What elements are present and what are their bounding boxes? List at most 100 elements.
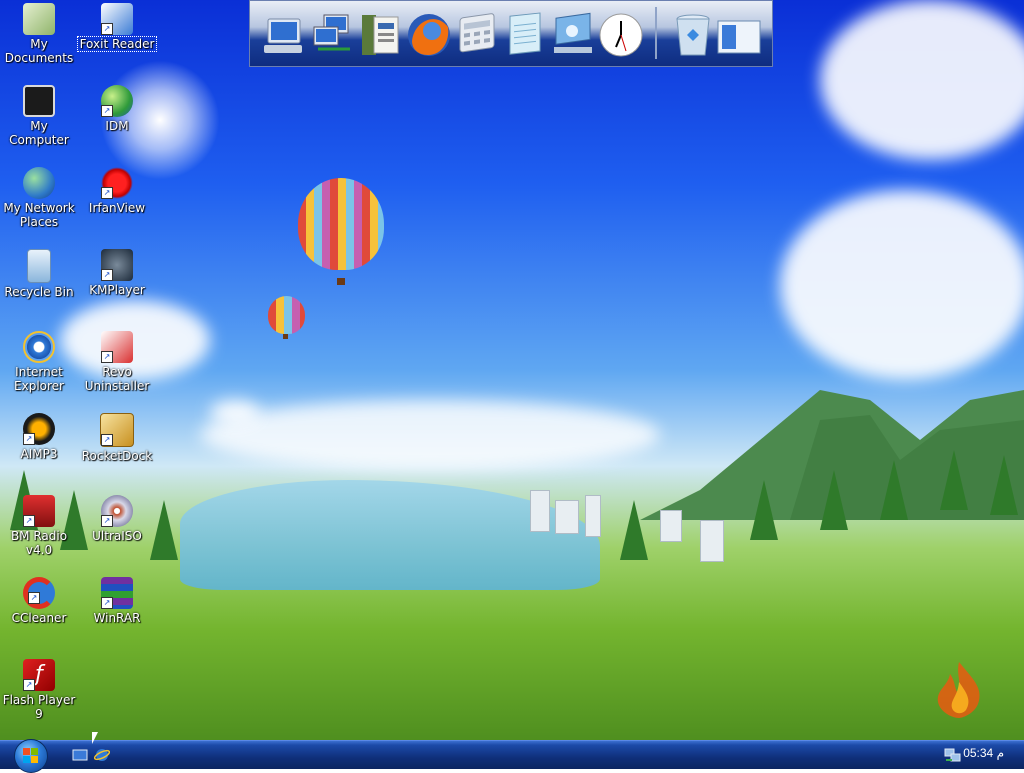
desktop-icon-winrar[interactable]: ↗ WinRAR — [78, 577, 156, 625]
tree — [880, 460, 908, 520]
building — [530, 490, 550, 532]
hot-air-balloon — [298, 178, 384, 270]
desktop-icon-flash-player[interactable]: ƒ ↗ Flash Player 9 — [0, 659, 78, 721]
show-desktop-icon — [717, 20, 761, 54]
quicklaunch-show-desktop[interactable] — [72, 747, 88, 763]
desktop-icon-label: Foxit Reader — [77, 36, 157, 52]
radio-icon: ↗ — [23, 495, 55, 527]
dock-control-panel[interactable] — [550, 11, 596, 59]
desktop-icon-kmplayer[interactable]: ↗ KMPlayer — [78, 249, 156, 297]
dock-notepad[interactable] — [502, 11, 548, 59]
dock-network[interactable] — [310, 11, 356, 59]
desktop-icon-label: BM Radio v4.0 — [10, 529, 68, 557]
recycle-bin-icon — [676, 14, 710, 56]
desktop-icon-revo-uninstaller[interactable]: ↗ Revo Uninstaller — [78, 331, 156, 393]
dock-documents[interactable] — [358, 11, 404, 59]
desktop-icon-idm[interactable]: ↗ IDM — [78, 85, 156, 133]
control-panel-icon — [554, 12, 592, 53]
desktop-wallpaper: My Documents ↗ Foxit Reader My Computer … — [0, 0, 1024, 740]
desktop-icon-ultraiso[interactable]: ↗ UltraISO — [78, 495, 156, 543]
building — [660, 510, 682, 542]
show-desktop-icon — [72, 749, 88, 761]
tree — [820, 470, 848, 530]
desktop-icon-label: IrfanView — [88, 201, 146, 215]
dock-my-computer[interactable] — [260, 11, 306, 59]
ie-icon — [93, 749, 111, 761]
taskbar-clock[interactable]: 05:34 م — [963, 746, 1004, 760]
folder-documents-icon — [23, 3, 55, 35]
desktop-icon-internet-explorer[interactable]: Internet Explorer — [0, 331, 78, 393]
hot-air-balloon — [268, 296, 305, 334]
desktop-icon-foxit-reader[interactable]: ↗ Foxit Reader — [77, 3, 157, 52]
archive-books-icon: ↗ — [101, 577, 133, 609]
desktop-icon-my-documents[interactable]: My Documents — [0, 3, 78, 65]
desktop-icon-label: My Network Places — [3, 201, 75, 229]
quicklaunch-internet-explorer[interactable] — [93, 747, 111, 763]
tree — [750, 480, 778, 540]
desktop-icon-label: WinRAR — [93, 611, 141, 625]
desktop-icon-label: Recycle Bin — [4, 285, 74, 299]
calculator-icon — [459, 13, 495, 53]
cloud — [820, 0, 1024, 160]
monitor-icon — [23, 85, 55, 117]
desktop-icon-irfanview[interactable]: ↗ IrfanView — [78, 167, 156, 215]
desktop-icon-label: My Documents — [4, 37, 74, 65]
desktop-icon-label: My Computer — [9, 119, 69, 147]
kmp-icon: ↗ — [101, 249, 133, 281]
desktop-icon-label: Flash Player 9 — [2, 693, 76, 721]
cloud — [200, 400, 660, 470]
network-icon — [313, 14, 350, 51]
trash-icon — [27, 249, 51, 283]
cloud — [780, 190, 1024, 380]
cloud — [210, 400, 260, 425]
pdf-reader-icon: ↗ — [101, 3, 133, 35]
desktop-icon-aimp3[interactable]: ↗ AIMP3 — [0, 413, 78, 461]
system-tray: 05:34 م — [924, 741, 1024, 769]
clock-icon — [599, 13, 643, 57]
flame-logo-icon — [937, 662, 980, 718]
tree — [990, 455, 1018, 515]
desktop-icon-rocketdock[interactable]: ↗ RocketDock — [78, 413, 156, 463]
desktop-icon-label: Internet Explorer — [14, 365, 64, 393]
windows-orb-icon — [23, 748, 39, 764]
desktop-icon-label: KMPlayer — [89, 283, 145, 297]
uninstaller-icon: ↗ — [101, 331, 133, 363]
desktop-icon-bm-radio[interactable]: ↗ BM Radio v4.0 — [0, 495, 78, 557]
dock-show-desktop[interactable] — [716, 11, 762, 59]
network-tray-icon[interactable] — [944, 747, 962, 767]
desktop-icon-label: Revo Uninstaller — [84, 365, 150, 393]
building — [585, 495, 601, 537]
flash-icon: ƒ ↗ — [23, 659, 55, 691]
desktop-icon-my-network-places[interactable]: My Network Places — [0, 167, 78, 229]
mouse-cursor — [92, 732, 98, 744]
desktop-icon-label: RocketDock — [81, 449, 153, 463]
dock-firefox[interactable] — [406, 11, 452, 59]
disc-icon: ↗ — [101, 495, 133, 527]
rocketdock-bar — [249, 0, 773, 67]
notepad-icon — [509, 12, 541, 55]
rocket-r-icon: ↗ — [100, 413, 134, 447]
dock-separator — [655, 7, 657, 59]
taskbar: 05:34 م — [0, 739, 1024, 773]
desktop-icon-my-computer[interactable]: My Computer — [0, 85, 78, 147]
documents-icon — [362, 15, 399, 55]
desktop-icon-label: CCleaner — [11, 611, 67, 625]
dock-calculator[interactable] — [454, 11, 500, 59]
firefox-icon — [408, 14, 450, 56]
dock-clock[interactable] — [598, 11, 644, 59]
red-splat-icon: ↗ — [101, 167, 133, 199]
desktop-icon-ccleaner[interactable]: ↗ CCleaner — [0, 577, 78, 625]
balloon-basket — [337, 278, 345, 285]
ccleaner-icon: ↗ — [23, 577, 55, 609]
desktop-icon-label: IDM — [105, 119, 129, 133]
building — [700, 520, 724, 562]
network-globe-icon — [23, 167, 55, 199]
dock-recycle-bin[interactable] — [670, 11, 716, 59]
my-computer-icon — [264, 18, 302, 53]
triangle-player-icon: ↗ — [23, 413, 55, 445]
balloon-basket — [283, 334, 288, 339]
desktop-icon-label: AIMP3 — [20, 447, 58, 461]
desktop-icon-recycle-bin[interactable]: Recycle Bin — [0, 249, 78, 299]
globe-arrow-icon: ↗ — [101, 85, 133, 117]
desktop-icon-label: UltraISO — [92, 529, 142, 543]
